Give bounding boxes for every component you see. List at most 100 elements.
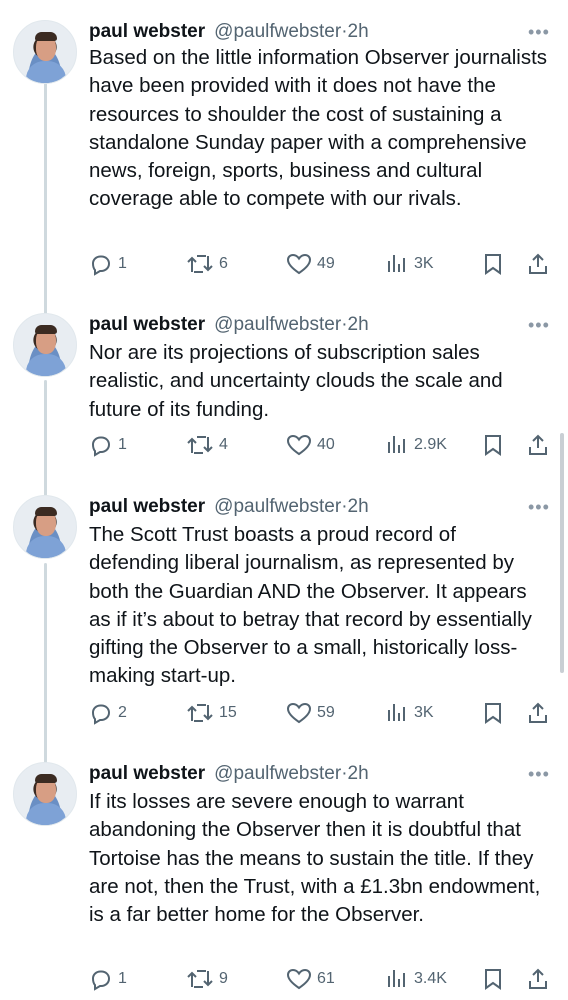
reply-count: 1 — [118, 970, 127, 987]
thread-line — [44, 563, 47, 763]
avatar[interactable] — [13, 495, 77, 559]
like-icon — [286, 702, 312, 724]
timestamp[interactable]: 2h — [348, 496, 369, 517]
reply-icon — [91, 436, 111, 457]
retweet-button[interactable]: 9 — [186, 965, 228, 993]
reply-button[interactable]: 2 — [89, 699, 127, 727]
reply-button[interactable]: 1 — [89, 250, 127, 278]
tweet-header: paul webster @paulfwebster·2h — [89, 313, 369, 337]
retweet-count: 9 — [219, 970, 228, 987]
reply-icon — [91, 970, 111, 991]
views-count: 3K — [414, 255, 434, 272]
retweet-button[interactable]: 4 — [186, 431, 228, 459]
like-icon — [286, 968, 312, 990]
retweet-count: 6 — [219, 255, 228, 272]
like-count: 59 — [317, 704, 335, 721]
timestamp[interactable]: 2h — [348, 21, 369, 42]
views-button[interactable]: 3.4K — [385, 965, 447, 993]
like-icon — [286, 434, 312, 456]
author-name[interactable]: paul webster — [89, 21, 205, 43]
share-icon — [529, 434, 547, 455]
avatar[interactable] — [13, 313, 77, 377]
author-name[interactable]: paul webster — [89, 314, 205, 336]
views-button[interactable]: 3K — [385, 699, 434, 727]
share-icon — [529, 968, 547, 989]
views-count: 3K — [414, 704, 434, 721]
action-bar: 1 4 40 2.9K — [89, 431, 559, 459]
retweet-count: 15 — [219, 704, 237, 721]
author-name[interactable]: paul webster — [89, 763, 205, 785]
author-name[interactable]: paul webster — [89, 496, 205, 518]
action-bar: 1 9 61 3.4K — [89, 965, 559, 993]
views-button[interactable]: 2.9K — [385, 431, 447, 459]
share-button[interactable] — [526, 699, 550, 727]
views-icon — [388, 970, 405, 987]
views-count: 2.9K — [414, 436, 447, 453]
bookmark-icon — [485, 969, 501, 990]
share-button[interactable] — [526, 965, 550, 993]
like-count: 49 — [317, 255, 335, 272]
retweet-icon — [187, 436, 213, 454]
reply-count: 2 — [118, 704, 127, 721]
retweet-icon — [187, 970, 213, 988]
bookmark-icon — [485, 435, 501, 456]
more-options-button[interactable]: ••• — [528, 497, 550, 518]
share-icon — [529, 702, 547, 723]
timestamp[interactable]: 2h — [348, 763, 369, 784]
tweet-header: paul webster @paulfwebster·2h — [89, 495, 369, 519]
tweet-text: If its losses are severe enough to warra… — [89, 790, 541, 927]
like-icon — [286, 253, 312, 275]
thread-line — [44, 380, 47, 496]
like-button[interactable]: 49 — [286, 250, 335, 278]
reply-icon — [91, 704, 111, 725]
views-icon — [388, 704, 405, 721]
reply-button[interactable]: 1 — [89, 965, 127, 993]
author-handle[interactable]: @paulfwebster — [214, 496, 341, 517]
tweet-text: The Scott Trust boasts a proud record of… — [89, 523, 532, 688]
bookmark-button[interactable] — [482, 250, 504, 278]
bookmark-button[interactable] — [482, 965, 504, 993]
share-button[interactable] — [526, 431, 550, 459]
tweet-text: Based on the little information Observer… — [89, 46, 548, 211]
tweet-header: paul webster @paulfwebster·2h — [89, 762, 369, 786]
action-bar: 1 6 49 3K — [89, 250, 559, 278]
author-handle[interactable]: @paulfwebster — [214, 763, 341, 784]
tweet-text: Nor are its projections of subscription … — [89, 341, 503, 421]
more-options-button[interactable]: ••• — [528, 22, 550, 43]
bookmark-icon — [485, 254, 501, 275]
share-button[interactable] — [526, 250, 550, 278]
views-count: 3.4K — [414, 970, 447, 987]
retweet-count: 4 — [219, 436, 228, 453]
retweet-icon — [187, 704, 213, 722]
reply-icon — [91, 255, 111, 276]
scrollbar[interactable] — [560, 433, 564, 673]
avatar[interactable] — [13, 762, 77, 826]
bookmark-button[interactable] — [482, 431, 504, 459]
reply-count: 1 — [118, 436, 127, 453]
retweet-icon — [187, 255, 213, 273]
views-icon — [388, 436, 405, 453]
more-options-button[interactable]: ••• — [528, 764, 550, 785]
like-count: 61 — [317, 970, 335, 987]
timestamp[interactable]: 2h — [348, 314, 369, 335]
share-icon — [529, 253, 547, 274]
like-button[interactable]: 61 — [286, 965, 335, 993]
action-bar: 2 15 59 3K — [89, 699, 559, 727]
retweet-button[interactable]: 15 — [186, 699, 237, 727]
avatar[interactable] — [13, 20, 77, 84]
tweet-header: paul webster @paulfwebster·2h — [89, 20, 369, 44]
retweet-button[interactable]: 6 — [186, 250, 228, 278]
reply-button[interactable]: 1 — [89, 431, 127, 459]
thread-line — [44, 82, 47, 322]
like-count: 40 — [317, 436, 335, 453]
views-icon — [388, 255, 405, 272]
bookmark-button[interactable] — [482, 699, 504, 727]
reply-count: 1 — [118, 255, 127, 272]
bookmark-icon — [485, 703, 501, 724]
author-handle[interactable]: @paulfwebster — [214, 21, 341, 42]
more-options-button[interactable]: ••• — [528, 315, 550, 336]
author-handle[interactable]: @paulfwebster — [214, 314, 341, 335]
like-button[interactable]: 59 — [286, 699, 335, 727]
like-button[interactable]: 40 — [286, 431, 335, 459]
views-button[interactable]: 3K — [385, 250, 434, 278]
